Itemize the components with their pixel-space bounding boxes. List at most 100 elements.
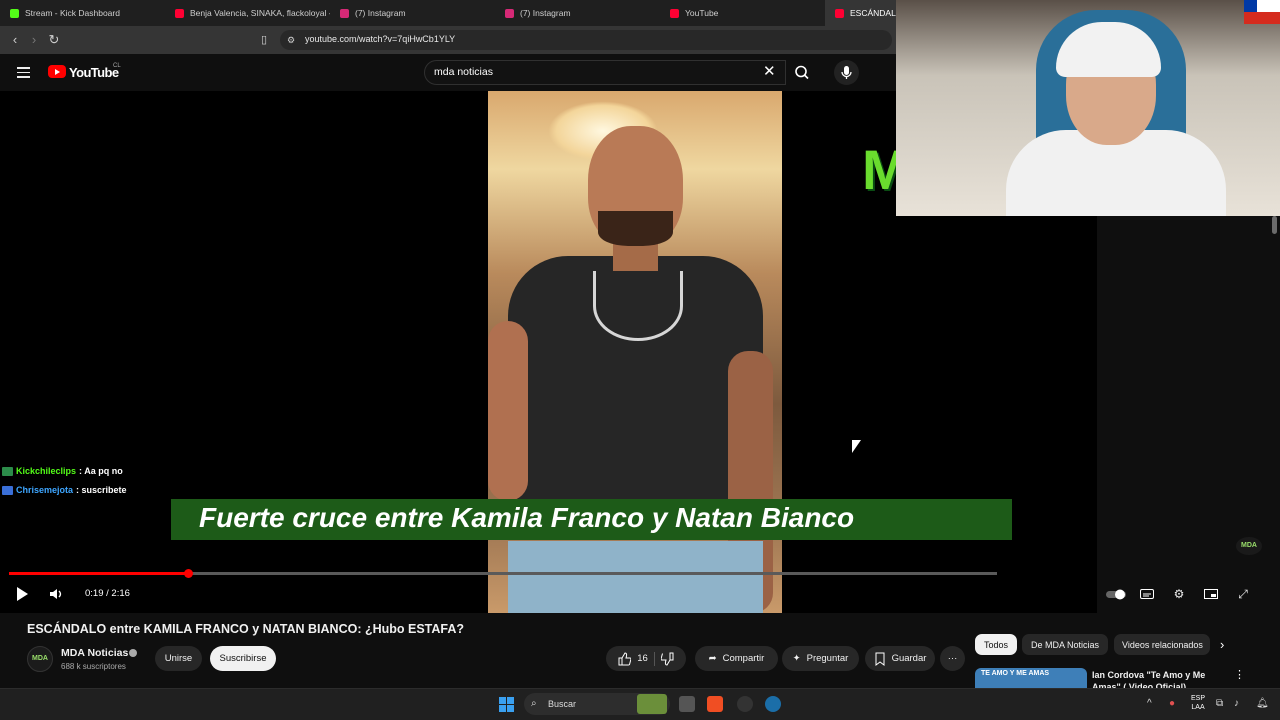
notification-bell-icon[interactable]: 🔔︎	[1256, 698, 1269, 709]
chat-badge-icon	[2, 485, 13, 495]
site-info-icon[interactable]: ⚙	[284, 33, 298, 47]
recommendation-menu-icon[interactable]: ⋮	[1234, 668, 1245, 681]
mda-overlay-logo: M	[862, 138, 896, 201]
instagram-favicon-icon	[505, 8, 514, 18]
share-label: Compartir	[722, 653, 765, 664]
like-button[interactable]: 16	[617, 651, 648, 666]
back-icon[interactable]: ‹	[8, 33, 22, 47]
volume-tray-icon[interactable]: ♪	[1234, 698, 1239, 709]
browser-tab[interactable]: Benja Valencia, SINAKA, flackoloyal -	[165, 0, 330, 26]
volume-icon[interactable]	[47, 585, 65, 603]
search-query[interactable]: mda noticias	[434, 66, 493, 78]
recommendation-title[interactable]: Ian Cordova "Te Amo y Me Amas" ( Video O…	[1092, 669, 1232, 688]
miniplayer-icon[interactable]	[1203, 586, 1219, 602]
kick-favicon-icon	[10, 8, 19, 18]
youtube-logo-icon[interactable]	[48, 65, 66, 78]
menu-icon[interactable]	[17, 67, 30, 78]
chat-message: Kickchileclips : Aa pq no	[2, 466, 123, 476]
search-button[interactable]	[786, 60, 818, 85]
caption-text: Fuerte cruce entre Kamila Franco y Natan…	[199, 502, 855, 533]
taskbar-search-label[interactable]: Buscar	[548, 699, 576, 709]
progress-scrubber[interactable]	[184, 569, 193, 578]
play-button[interactable]	[14, 586, 30, 602]
youtube-logo-text[interactable]: YouTube	[69, 65, 119, 80]
country-code: CL	[113, 63, 121, 69]
youtube-favicon-icon	[835, 8, 844, 18]
save-button[interactable]: Guardar	[865, 646, 935, 671]
browser-tab[interactable]: (7) Instagram	[330, 0, 495, 26]
youtube-favicon-icon	[670, 8, 679, 18]
ask-button[interactable]: ✦ Preguntar	[782, 646, 859, 671]
browser-tab[interactable]: Stream - Kick Dashboard	[0, 0, 165, 26]
like-dislike-group: 16	[606, 646, 686, 671]
brave-browser-icon[interactable]	[707, 696, 723, 712]
url-text[interactable]: youtube.com/watch?v=7qiHwCb1YLY	[305, 34, 455, 44]
thumbs-down-icon[interactable]	[660, 652, 675, 666]
instagram-favicon-icon	[340, 8, 349, 18]
time-display: 0:19 / 2:16	[85, 588, 130, 599]
divider	[653, 651, 655, 666]
chip-from-channel[interactable]: De MDA Noticias	[1022, 634, 1108, 655]
steam-icon[interactable]	[765, 696, 781, 712]
tray-mic-icon[interactable]: ●	[1169, 698, 1175, 709]
lang-top: ESP	[1191, 695, 1206, 702]
tray-overflow-icon[interactable]: ^	[1147, 698, 1152, 709]
fullscreen-icon[interactable]: ⤢	[1235, 586, 1251, 602]
chips-next-icon[interactable]: ›	[1220, 637, 1224, 652]
video-title: ESCÁNDALO entre KAMILA FRANCO y NATAN BI…	[27, 622, 465, 636]
chat-message: Chrisemejota : suscribete	[2, 485, 127, 495]
channel-avatar[interactable]: MDA	[27, 646, 53, 672]
chat-text: : suscribete	[76, 485, 127, 495]
chip-all[interactable]: Todos	[975, 634, 1017, 655]
tab-label: YouTube	[685, 8, 719, 18]
taskbar-search-icon: ⌕	[531, 698, 537, 709]
reload-icon[interactable]: ↻	[47, 33, 61, 47]
page-scrollbar[interactable]	[1272, 216, 1277, 234]
save-label: Guardar	[891, 653, 927, 664]
streamer-webcam	[896, 0, 1280, 216]
thumbnail-text: TE AMO Y ME AMAS	[981, 670, 1050, 677]
join-button[interactable]: Unirse	[155, 646, 202, 671]
autoplay-toggle-icon[interactable]	[1105, 586, 1127, 602]
language-indicator[interactable]: ESP LAA	[1191, 694, 1205, 712]
settings-icon[interactable]: ⚙	[1171, 586, 1187, 602]
thumbs-up-icon	[618, 651, 632, 665]
browser-tab[interactable]: (7) Instagram	[495, 0, 660, 26]
forward-icon[interactable]: ›	[27, 33, 41, 47]
chat-badge-icon	[2, 466, 13, 476]
share-button[interactable]: ➦ Compartir	[695, 646, 778, 671]
bookmark-icon[interactable]: ▯	[257, 33, 271, 47]
task-view-icon[interactable]	[679, 696, 695, 712]
subtitles-icon[interactable]	[1139, 586, 1155, 602]
tab-label: (7) Instagram	[520, 8, 571, 18]
subscriber-count: 688 k suscriptores	[61, 662, 126, 671]
recommendation-thumbnail[interactable]: TE AMO Y ME AMAS	[975, 668, 1087, 688]
microphone-icon	[841, 66, 852, 79]
browser-tab[interactable]: YouTube	[660, 0, 825, 26]
sparkle-icon: ✦	[792, 653, 801, 664]
chat-text: : Aa pq no	[79, 466, 123, 476]
network-icon[interactable]: ⧉	[1216, 698, 1223, 709]
chip-related[interactable]: Videos relacionados	[1114, 634, 1210, 655]
chat-username: Kickchileclips	[16, 466, 77, 476]
progress-played	[9, 572, 188, 575]
chile-flag-icon	[1244, 0, 1280, 24]
channel-name[interactable]: MDA Noticias	[61, 647, 128, 659]
like-count: 16	[637, 653, 648, 664]
tab-label: Stream - Kick Dashboard	[25, 8, 120, 18]
tab-label: Benja Valencia, SINAKA, flackoloyal -	[190, 8, 330, 18]
lang-bottom: LAA	[1191, 704, 1205, 711]
mouse-cursor-icon	[852, 440, 861, 453]
chat-username: Chrisemejota	[16, 485, 74, 495]
subscribe-button[interactable]: Suscribirse	[210, 646, 276, 671]
more-actions-button[interactable]: ···	[940, 646, 965, 671]
clear-search-icon[interactable]: ✕	[763, 64, 776, 79]
share-icon: ➦	[708, 653, 717, 664]
obs-icon[interactable]	[737, 696, 753, 712]
voice-search-button[interactable]	[834, 60, 859, 85]
search-highlight-icon[interactable]	[637, 694, 667, 714]
channel-watermark[interactable]: MDA	[1236, 537, 1262, 555]
youtube-favicon-icon	[175, 8, 184, 18]
windows-start-icon[interactable]	[499, 697, 514, 712]
more-icon: ···	[947, 653, 958, 664]
